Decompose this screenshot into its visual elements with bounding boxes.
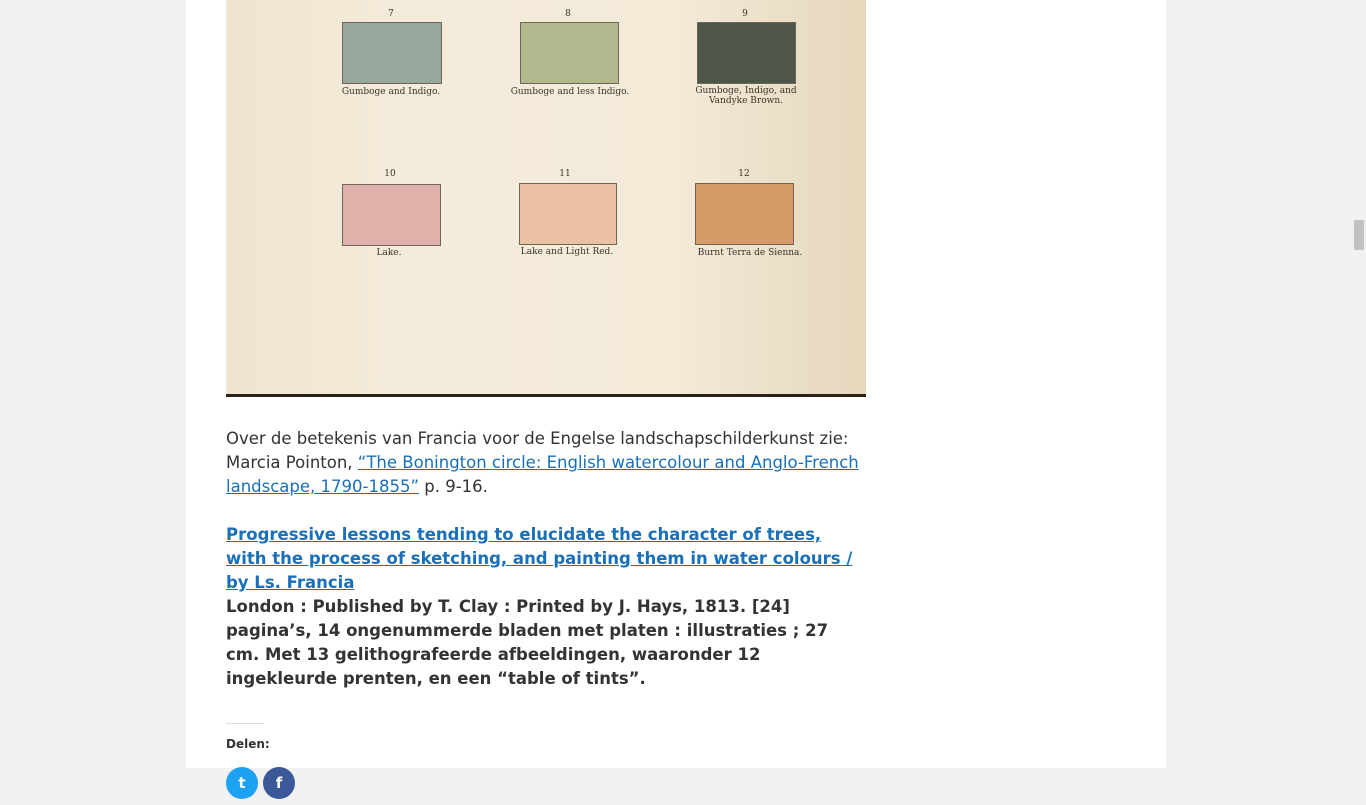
swatch-caption: Gumboge and Indigo.	[341, 87, 441, 97]
color-swatch	[520, 22, 619, 84]
swatch-number: 7	[388, 9, 394, 19]
swatch-number: 8	[565, 9, 571, 19]
swatch-number: 12	[738, 169, 750, 179]
color-swatch	[342, 22, 442, 84]
share-divider	[226, 723, 264, 724]
book-reference: Progressive lessons tending to elucidate…	[226, 523, 866, 691]
book-title-link[interactable]: Progressive lessons tending to elucidate…	[226, 525, 852, 592]
color-swatch	[695, 183, 794, 245]
page-container: 7 Gumboge and Indigo. 8 Gumboge and less…	[186, 0, 1166, 799]
swatch-caption: Lake.	[376, 248, 402, 258]
swatch-number: 11	[559, 169, 571, 179]
share-twitter-button[interactable]: t	[226, 767, 258, 799]
swatch-caption: Gumboge, Indigo, and Vandyke Brown.	[695, 86, 797, 106]
swatch-caption: Lake and Light Red.	[520, 247, 614, 257]
swatch-caption: Burnt Terra de Sienna.	[697, 248, 803, 258]
table-of-tints-image: 7 Gumboge and Indigo. 8 Gumboge and less…	[226, 0, 866, 397]
share-label: Delen:	[226, 737, 270, 751]
scrollbar-thumb[interactable]	[1354, 220, 1364, 250]
color-swatch	[342, 184, 441, 246]
swatch-caption: Gumboge and less Indigo.	[510, 87, 630, 97]
facebook-icon: f	[275, 774, 283, 792]
share-section: Delen: t f	[226, 723, 866, 805]
swatch-number: 9	[742, 9, 748, 19]
share-facebook-button[interactable]: f	[263, 767, 295, 799]
color-swatch	[697, 22, 796, 84]
share-buttons: t f	[226, 765, 866, 805]
book-metadata: London : Published by T. Clay : Printed …	[226, 597, 829, 688]
color-swatch	[519, 183, 617, 245]
article-content: 7 Gumboge and Indigo. 8 Gumboge and less…	[226, 0, 866, 805]
swatch-number: 10	[384, 169, 396, 179]
paragraph-tail: p. 9-16.	[419, 477, 488, 496]
twitter-icon: t	[238, 774, 246, 792]
article-paragraph: Over de betekenis van Francia voor de En…	[226, 427, 866, 499]
